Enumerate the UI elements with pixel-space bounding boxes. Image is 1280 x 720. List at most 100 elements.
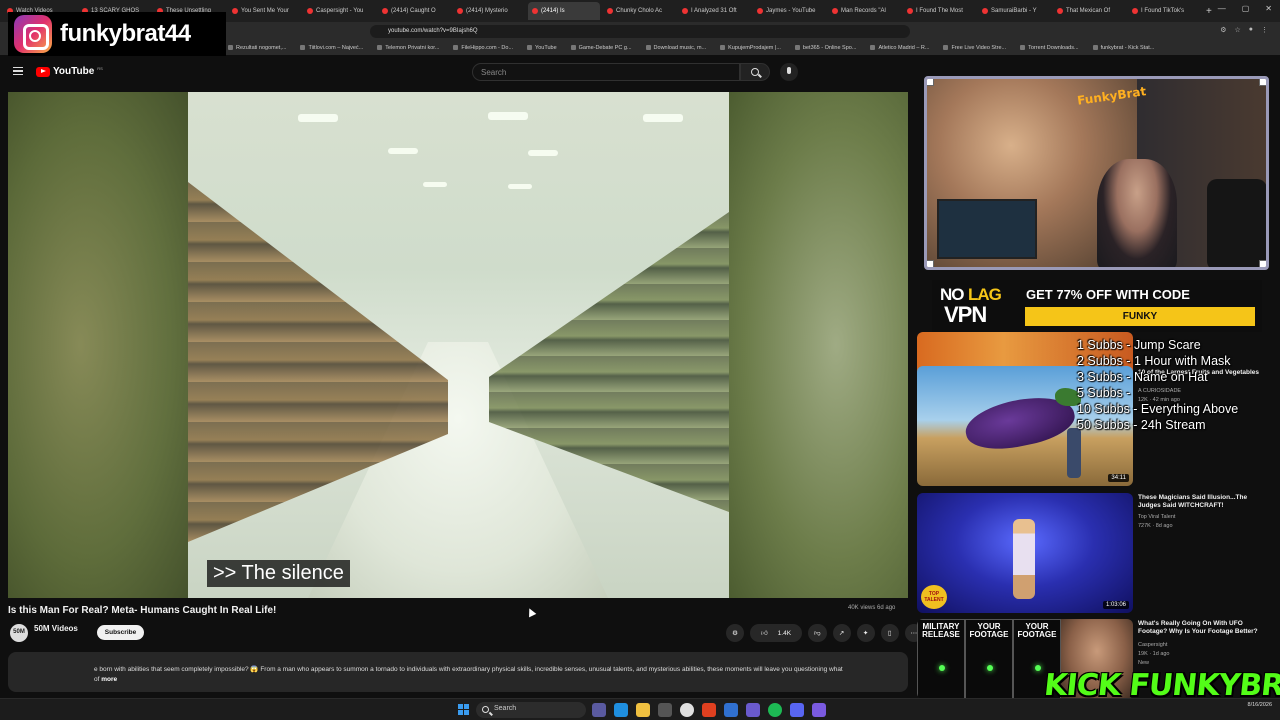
dislike-button[interactable]: 👎︎ [808,624,827,642]
sub-goal-item: 2 Subbs - 1 Hour with Mask [1077,354,1231,368]
save-button[interactable]: ▯ [880,624,899,642]
browser-tab[interactable]: (2414) Mysterio [453,2,525,20]
join-icon[interactable]: ⚙ [726,624,744,642]
ambient-blur-right [728,92,908,598]
extensions-icon[interactable]: ⚙ [1220,26,1226,34]
bookmark-item[interactable]: Game-Debate PC g... [570,45,632,51]
browser-tab[interactable]: Man Records "Al [828,2,900,20]
bookmark-item[interactable]: Telemon Privatni kor... [377,45,439,51]
youtube-logo-text: YouTube [53,66,95,77]
store-icon[interactable] [658,703,672,717]
voice-search-button[interactable] [780,63,798,81]
suggested-video-thumbnail[interactable]: TOP TALENT 1:03:06 [917,493,1133,613]
menu-icon[interactable] [13,67,23,75]
search-input[interactable]: Search [472,63,740,81]
menu-dots-icon[interactable]: ⋮ [1261,26,1268,34]
browser-tab[interactable]: You Sent Me Your [228,2,300,20]
copilot-icon[interactable] [592,703,606,717]
bookmark-item[interactable]: bet365 - Online Spo... [794,45,856,51]
ceiling-light [388,148,418,154]
suggested-video-channel[interactable]: Caspersight [1138,641,1268,649]
browser-tab[interactable]: I Analyzed 31 Oft [678,2,750,20]
file-explorer-icon[interactable] [636,703,650,717]
view-count: 40K views [848,605,876,611]
windows-start-icon[interactable] [458,704,469,715]
show-more-link[interactable]: more [101,676,117,683]
taskbar-clock[interactable]: 8/16/2026 [1248,702,1272,709]
video-frame[interactable] [188,92,729,598]
minimize-button[interactable]: — [1218,4,1226,13]
like-button[interactable]: 👍︎ 1.4K [750,624,802,642]
browser-tab[interactable]: I Found TikTok's [1128,2,1200,20]
spotify-icon[interactable] [768,703,782,717]
thumb-panel: YOUR FOOTAGE [965,619,1013,699]
bookmark-favicon [453,45,459,50]
brave-icon[interactable] [702,703,716,717]
bookmark-label: Atletico Madrid – R... [878,44,930,51]
bookmark-item[interactable]: Download music, m... [645,45,706,51]
app-icon[interactable] [724,703,738,717]
suggested-video-title[interactable]: These Magicians Said Illusion...The Judg… [1138,494,1268,510]
search-button[interactable] [740,63,770,81]
bookmark-item[interactable]: funkybrat - Kick Stat... [1092,45,1154,51]
tab-favicon [607,8,613,14]
bookmark-item[interactable]: Free Live Video Stre... [943,45,1006,51]
tab-label: (2414) Is [541,8,565,14]
chrome-icon[interactable] [680,703,694,717]
suggested-video-title[interactable]: What's Really Going On With UFO Footage?… [1138,620,1268,636]
browser-tab[interactable]: That Mexican Of [1053,2,1125,20]
video-actions: ⚙ 👍︎ 1.4K 👎︎ ↗ ✦ ▯ ⋯ [726,624,924,642]
browser-tab[interactable]: I Found The Most [903,2,975,20]
channel-avatar[interactable]: 50M [10,624,28,642]
ufo-light [938,665,945,671]
description-box[interactable]: e born with abilities that seem complete… [8,652,908,692]
thumb-panel-label: MILITARY RELEASE [922,622,960,639]
bookmark-item[interactable]: YouTube [527,45,557,51]
suggested-video-channel[interactable]: Top Viral Talent [1138,513,1268,521]
sub-goal-item: 5 Subbs - [1077,386,1131,400]
resize-handle [927,79,934,86]
ceiling-light [643,114,683,122]
share-button[interactable]: ↗ [832,624,851,642]
bookmark-item[interactable]: KupujemProdajem |... [720,45,781,51]
app-icon[interactable] [812,703,826,717]
sub-goal-item: 50 Subbs - 24h Stream [1077,418,1206,432]
ask-ai-button[interactable]: ✦ [856,624,875,642]
bookmark-star-icon[interactable]: ☆ [1234,26,1240,34]
taskbar-search[interactable]: Search [476,702,586,718]
thumbs-up-icon: 👍︎ [760,630,768,637]
browser-tab[interactable]: Caspersight - You [303,2,375,20]
new-badge: New [1138,660,1150,666]
bookmark-item[interactable]: Rezultati nogomet,... [228,45,286,51]
discord-icon[interactable] [790,703,804,717]
bookmark-item[interactable]: Tiitlovi.com – Najveć... [300,45,363,51]
youtube-logo[interactable]: YouTube RS [36,66,103,77]
browser-tab[interactable]: Jaymes - YouTube [753,2,825,20]
bookmark-item[interactable]: Torrent Downloads... [1020,45,1079,51]
bookmark-item[interactable]: Atletico Madrid – R... [870,45,929,51]
url-field[interactable]: youtube.com/watch?v=9BIajsh6Q [370,25,910,38]
browser-tab[interactable]: (2414) Caught O [378,2,450,20]
browser-tab[interactable]: SamuraiBarbi - Y [978,2,1050,20]
new-tab-button[interactable]: + [1206,6,1212,17]
bookmark-item[interactable]: FileHippo.com - Do... [453,45,513,51]
teams-icon[interactable] [746,703,760,717]
taskbar-search-label: Search [494,705,517,712]
edge-icon[interactable] [614,703,628,717]
tab-label: (2414) Mysterio [466,8,508,14]
suggested-video-meta: 727K · 8d ago [1138,523,1173,529]
ceiling-light [488,112,528,120]
channel-name[interactable]: 50M Videos [34,624,78,633]
profile-icon[interactable]: ● [1249,26,1253,34]
subscribe-button[interactable]: Subscribe [97,625,144,640]
windows-taskbar: Search 8/16/2026 [0,698,1280,720]
close-window-button[interactable]: ✕ [1265,4,1272,13]
tab-label: SamuraiBarbi - Y [991,8,1037,14]
browser-tab[interactable]: Chunky Cholo Ac [603,2,675,20]
bookmark-label: Free Live Video Stre... [951,44,1007,51]
browser-tab[interactable]: (2414) Is [528,2,600,20]
video-player[interactable]: >> The silence [8,92,908,598]
maximize-button[interactable]: ▢ [1242,4,1250,13]
bookmark-favicon [300,45,306,50]
tab-label: I Found TikTok's [1141,8,1185,14]
